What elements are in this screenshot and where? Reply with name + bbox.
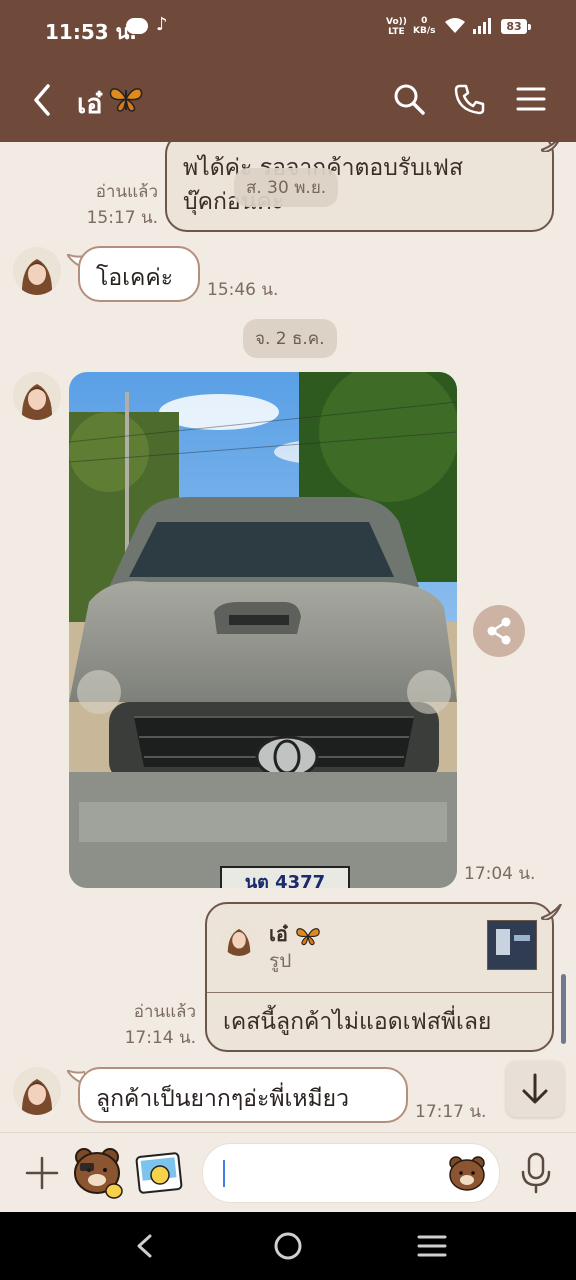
quote-thumbnail xyxy=(487,920,537,970)
photo-message[interactable]: นต 4377 xyxy=(69,372,457,888)
bubble-tail xyxy=(541,142,560,152)
status-time: 11:53 น. xyxy=(45,20,137,44)
message-text: โอเคค่ะ xyxy=(96,265,174,291)
message-input-bar xyxy=(0,1132,576,1213)
avatar[interactable] xyxy=(13,247,61,295)
signal-icon xyxy=(473,18,491,34)
phone-icon[interactable] xyxy=(453,82,487,116)
quote-type: รูป xyxy=(269,950,292,972)
reply-message-bubble[interactable]: เอ๋ รูป เคสนี้ลูกค้าไม่แอดเฟสพี่เลย xyxy=(205,902,554,1052)
message-bubble-outgoing[interactable]: พได้ค่ะ รอจากค้าตอบรับเฟส บุ๊คก่อนค่ะ xyxy=(165,142,554,232)
read-receipt: อ่านแล้ว xyxy=(95,182,158,202)
scroll-to-bottom-button[interactable] xyxy=(506,1061,564,1117)
menu-icon[interactable] xyxy=(514,82,548,116)
sticker-brown-icon[interactable] xyxy=(68,1143,126,1201)
microphone-icon[interactable] xyxy=(518,1151,554,1195)
avatar[interactable] xyxy=(13,372,61,420)
back-icon[interactable] xyxy=(28,80,58,120)
date-separator: ส. 30 พ.ย. xyxy=(234,168,339,207)
message-time: 15:46 น. xyxy=(207,280,279,300)
arrow-down-icon xyxy=(522,1073,548,1104)
tiktok-notification-icon: ♪ xyxy=(156,14,168,35)
nav-home-icon[interactable] xyxy=(273,1231,303,1261)
contact-name[interactable]: เอ๋ xyxy=(77,82,102,125)
read-receipt: อ่านแล้ว xyxy=(133,1002,196,1022)
quote-avatar xyxy=(221,920,257,956)
chat-header: เอ๋ xyxy=(0,58,576,142)
message-text: ลูกค้าเป็นยากๆอ่ะพี่เหมียว xyxy=(96,1086,350,1112)
chat-area[interactable]: อ่านแล้ว 15:17 น. พได้ค่ะ รอจากค้าตอบรับ… xyxy=(0,142,576,1132)
share-icon xyxy=(487,617,511,645)
scrollbar-thumb[interactable] xyxy=(561,974,566,1044)
nav-back-icon[interactable] xyxy=(130,1232,158,1260)
message-time: 17:17 น. xyxy=(415,1102,487,1122)
message-time: 15:17 น. xyxy=(86,208,158,228)
wifi-icon xyxy=(445,18,465,33)
share-button[interactable] xyxy=(473,605,525,657)
system-navigation-bar xyxy=(0,1212,576,1280)
battery-icon: 83 xyxy=(501,19,531,34)
search-icon[interactable] xyxy=(392,82,426,116)
message-bubble-incoming[interactable]: โอเคค่ะ xyxy=(78,246,200,302)
bubble-tail xyxy=(541,904,562,920)
message-time: 17:04 น. xyxy=(464,864,536,884)
divider xyxy=(207,992,552,993)
nav-recents-icon[interactable] xyxy=(416,1232,448,1260)
avatar[interactable] xyxy=(13,1067,61,1115)
line-notification-icon xyxy=(126,18,148,34)
license-plate-text: นต 4377 xyxy=(245,872,325,888)
network-type: Vo)) LTE xyxy=(386,17,407,37)
status-bar: 11:53 น. ♪ Vo)) LTE 0 KB/s 83 xyxy=(0,0,576,58)
message-time: 17:14 น. xyxy=(124,1028,196,1048)
date-separator: จ. 2 ธ.ค. xyxy=(243,319,337,358)
message-bubble-incoming[interactable]: ลูกค้าเป็นยากๆอ่ะพี่เหมียว xyxy=(78,1067,408,1123)
network-speed: 0 KB/s xyxy=(413,16,436,36)
emoji-sticker-icon[interactable] xyxy=(134,1149,186,1197)
message-input[interactable] xyxy=(202,1143,500,1203)
message-text: เคสนี้ลูกค้าไม่แอดเฟสพี่เลย xyxy=(223,1009,492,1035)
text-caret xyxy=(223,1160,225,1187)
sticker-icon[interactable] xyxy=(447,1154,487,1192)
plus-icon[interactable] xyxy=(24,1155,60,1191)
butterfly-emoji-icon xyxy=(109,88,143,112)
butterfly-emoji-icon xyxy=(296,927,320,945)
